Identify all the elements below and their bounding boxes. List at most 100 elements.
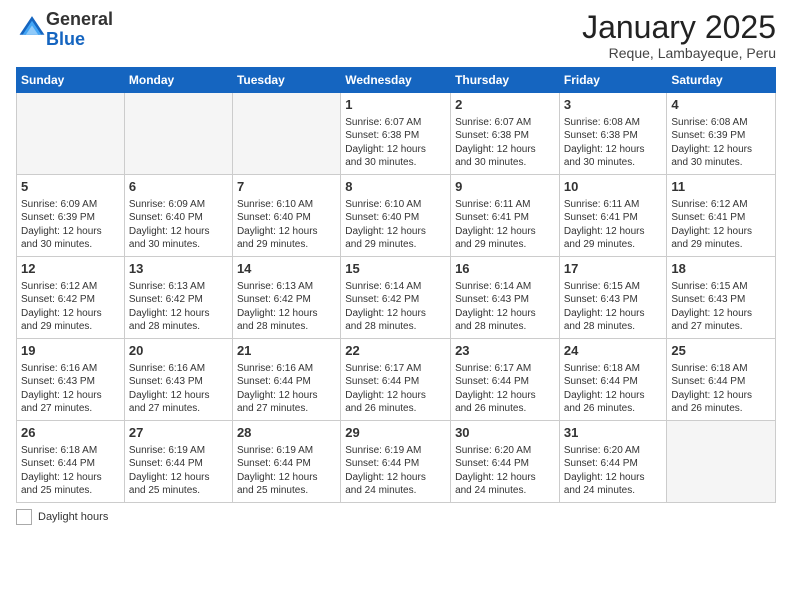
day-info: Sunrise: 6:11 AM xyxy=(455,198,555,212)
day-number: 23 xyxy=(455,342,555,360)
calendar-cell: 8Sunrise: 6:10 AMSunset: 6:40 PMDaylight… xyxy=(341,175,451,257)
calendar-cell: 27 Sunrise: 6:19 AMSunset: 6:44 PMDayligh… xyxy=(124,421,232,503)
day-info: Sunrise: 6:07 AM xyxy=(455,116,555,130)
day-info: and 30 minutes. xyxy=(129,238,228,252)
day-info: Sunrise: 6:17 AM xyxy=(455,362,555,376)
day-info: and 29 minutes. xyxy=(21,320,120,334)
calendar-cell: 25Sunrise: 6:18 AMSunset: 6:44 PMDayligh… xyxy=(667,339,776,421)
calendar-cell: 4Sunrise: 6:08 AMSunset: 6:39 PMDaylight… xyxy=(667,93,776,175)
day-info: Sunset: 6:43 PM xyxy=(671,293,771,307)
calendar-cell: 5Sunrise: 6:09 AMSunset: 6:39 PMDaylight… xyxy=(17,175,125,257)
day-number: 27 xyxy=(129,424,228,442)
day-number: 25 xyxy=(671,342,771,360)
calendar-cell xyxy=(667,421,776,503)
day-info: Daylight: 12 hours xyxy=(564,389,663,403)
calendar-header-thursday: Thursday xyxy=(451,68,560,93)
day-info: and 29 minutes. xyxy=(237,238,336,252)
day-info: Sunset: 6:42 PM xyxy=(129,293,228,307)
day-info: Daylight: 12 hours xyxy=(671,307,771,321)
calendar-cell xyxy=(232,93,340,175)
calendar-header-monday: Monday xyxy=(124,68,232,93)
day-info: Daylight: 12 hours xyxy=(564,307,663,321)
day-info: Sunrise: 6:10 AM xyxy=(345,198,446,212)
day-info: and 24 minutes. xyxy=(455,484,555,498)
day-info: Sunrise: 6:20 AM xyxy=(455,444,555,458)
day-info: Sunrise: 6:18 AM xyxy=(564,362,663,376)
day-info: and 25 minutes. xyxy=(129,484,228,498)
day-number: 5 xyxy=(21,178,120,196)
calendar-cell: 22Sunrise: 6:17 AMSunset: 6:44 PMDayligh… xyxy=(341,339,451,421)
calendar-week-row: 26Sunrise: 6:18 AMSunset: 6:44 PMDayligh… xyxy=(17,421,776,503)
day-number: 4 xyxy=(671,96,771,114)
calendar-cell: 16 Sunrise: 6:14 AMSunset: 6:43 PMDayligh… xyxy=(451,257,560,339)
day-info: and 29 minutes. xyxy=(671,238,771,252)
day-info: Daylight: 12 hours xyxy=(129,307,228,321)
day-info: Daylight: 12 hours xyxy=(345,389,446,403)
day-number: 8 xyxy=(345,178,446,196)
calendar-cell: 14Sunrise: 6:13 AMSunset: 6:42 PMDayligh… xyxy=(232,257,340,339)
day-info: and 29 minutes. xyxy=(455,238,555,252)
day-info: and 26 minutes. xyxy=(345,402,446,416)
day-info: Sunrise: 6:15 AM xyxy=(671,280,771,294)
day-info: Sunrise: 6:16 AM xyxy=(21,362,120,376)
day-info: and 26 minutes. xyxy=(564,402,663,416)
day-info: and 27 minutes. xyxy=(671,320,771,334)
day-info: and 30 minutes. xyxy=(345,156,446,170)
day-info: Sunrise: 6:08 AM xyxy=(671,116,771,130)
day-number: 16 xyxy=(455,260,555,278)
day-info: Sunrise: 6:14 AM xyxy=(455,280,555,294)
day-info: Daylight: 12 hours xyxy=(671,143,771,157)
day-info: and 27 minutes. xyxy=(129,402,228,416)
day-info: Daylight: 12 hours xyxy=(345,143,446,157)
calendar-cell: 21Sunrise: 6:16 AMSunset: 6:44 PMDayligh… xyxy=(232,339,340,421)
calendar-cell xyxy=(124,93,232,175)
calendar-cell: 6Sunrise: 6:09 AMSunset: 6:40 PMDaylight… xyxy=(124,175,232,257)
logo-blue-text: Blue xyxy=(46,29,85,49)
day-info: Daylight: 12 hours xyxy=(21,225,120,239)
day-info: Sunset: 6:44 PM xyxy=(345,457,446,471)
day-info: Sunset: 6:38 PM xyxy=(564,129,663,143)
day-info: Sunset: 6:44 PM xyxy=(129,457,228,471)
day-number: 29 xyxy=(345,424,446,442)
day-info: Daylight: 12 hours xyxy=(564,471,663,485)
calendar-week-row: 1Sunrise: 6:07 AMSunset: 6:38 PMDaylight… xyxy=(17,93,776,175)
page: General Blue January 2025 Reque, Lambaye… xyxy=(0,0,792,612)
calendar-header-wednesday: Wednesday xyxy=(341,68,451,93)
day-info: Sunrise: 6:09 AM xyxy=(129,198,228,212)
day-info: Daylight: 12 hours xyxy=(21,471,120,485)
day-info: Sunset: 6:44 PM xyxy=(237,375,336,389)
day-info: Sunset: 6:43 PM xyxy=(564,293,663,307)
day-info: and 26 minutes. xyxy=(671,402,771,416)
footer: Daylight hours xyxy=(16,509,776,525)
day-info: Daylight: 12 hours xyxy=(21,307,120,321)
calendar-cell: 12Sunrise: 6:12 AMSunset: 6:42 PMDayligh… xyxy=(17,257,125,339)
day-info: Sunset: 6:41 PM xyxy=(564,211,663,225)
day-number: 2 xyxy=(455,96,555,114)
day-number: 19 xyxy=(21,342,120,360)
day-info: Daylight: 12 hours xyxy=(455,389,555,403)
day-info: Daylight: 12 hours xyxy=(129,225,228,239)
day-number: 6 xyxy=(129,178,228,196)
day-info: and 25 minutes. xyxy=(237,484,336,498)
day-info: Daylight: 12 hours xyxy=(237,471,336,485)
calendar-cell: 18 Sunrise: 6:15 AMSunset: 6:43 PMDayligh… xyxy=(667,257,776,339)
calendar-cell: 17Sunrise: 6:15 AMSunset: 6:43 PMDayligh… xyxy=(559,257,667,339)
day-info: Daylight: 12 hours xyxy=(237,225,336,239)
day-info: Daylight: 12 hours xyxy=(455,225,555,239)
day-info: Daylight: 12 hours xyxy=(455,307,555,321)
day-info: Sunrise: 6:20 AM xyxy=(564,444,663,458)
day-info: Daylight: 12 hours xyxy=(21,389,120,403)
calendar-cell: 19Sunrise: 6:16 AMSunset: 6:43 PMDayligh… xyxy=(17,339,125,421)
day-info: and 30 minutes. xyxy=(671,156,771,170)
day-info: and 28 minutes. xyxy=(564,320,663,334)
day-number: 12 xyxy=(21,260,120,278)
day-info: Daylight: 12 hours xyxy=(455,471,555,485)
day-number: 18 xyxy=(671,260,771,278)
day-info: Daylight: 12 hours xyxy=(129,471,228,485)
calendar-cell: 10Sunrise: 6:11 AMSunset: 6:41 PMDayligh… xyxy=(559,175,667,257)
calendar-cell: 31Sunrise: 6:20 AMSunset: 6:44 PMDayligh… xyxy=(559,421,667,503)
day-info: Sunrise: 6:19 AM xyxy=(129,444,228,458)
location: Reque, Lambayeque, Peru xyxy=(582,45,776,61)
day-info: Sunset: 6:43 PM xyxy=(455,293,555,307)
day-info: and 25 minutes. xyxy=(21,484,120,498)
